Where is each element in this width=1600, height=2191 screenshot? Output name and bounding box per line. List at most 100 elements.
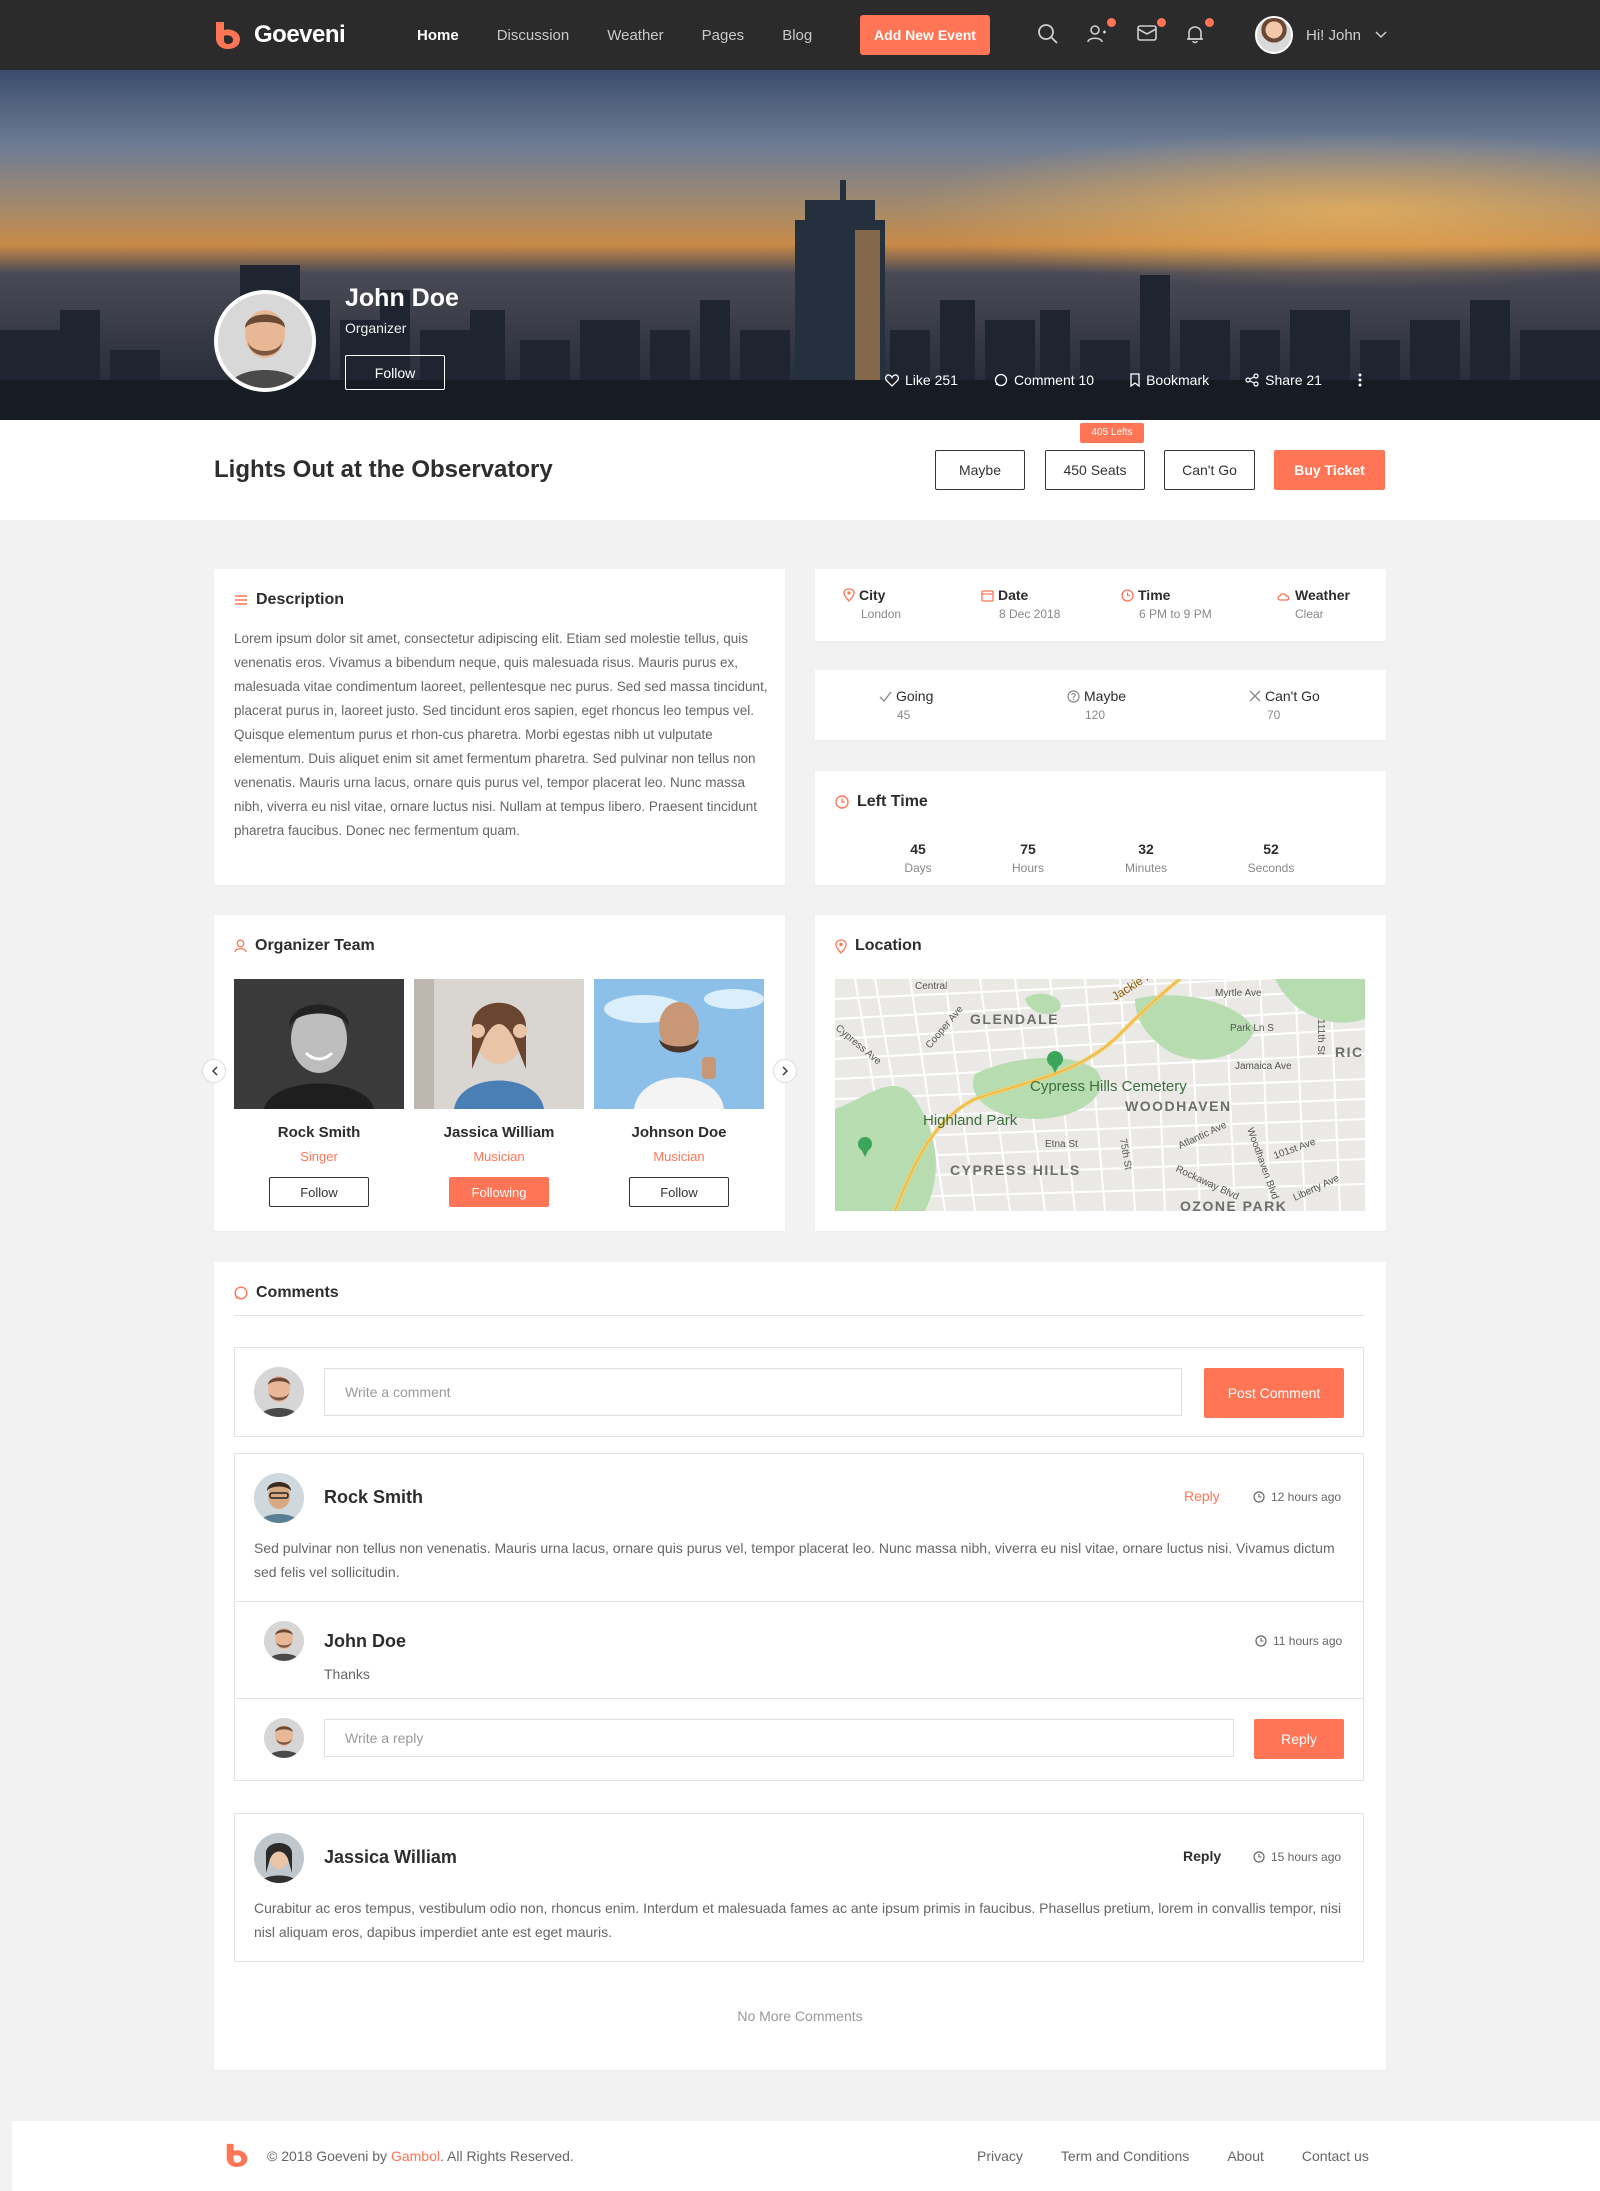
reply-time: 11 hours ago	[1273, 1634, 1343, 1648]
info-time-label: Time	[1138, 587, 1171, 603]
goeveni-logo-icon	[216, 22, 240, 49]
nav-blog[interactable]: Blog	[782, 27, 812, 44]
footer-about-link[interactable]: About	[1227, 2148, 1264, 2164]
info-city-value: London	[861, 607, 902, 621]
reply-input[interactable]	[324, 1719, 1234, 1757]
attendance-cant-go[interactable]: Can't Go 70	[1249, 688, 1320, 722]
buy-ticket-button[interactable]: Buy Ticket	[1274, 450, 1385, 490]
location-map[interactable]: GLENDALE WOODHAVEN CYPRESS HILLS OZONE P…	[835, 979, 1365, 1211]
footer-contact-link[interactable]: Contact us	[1302, 2148, 1369, 2164]
menu-lines-icon	[235, 595, 247, 605]
seats-button[interactable]: 450 Seats	[1045, 450, 1145, 490]
clock-icon	[1121, 588, 1134, 602]
footer-links: Privacy Term and Conditions About Contac…	[977, 2148, 1407, 2164]
goeveni-logo-icon[interactable]	[225, 2141, 249, 2169]
nav-pages[interactable]: Pages	[702, 27, 745, 44]
cant-go-label: Can't Go	[1265, 688, 1320, 704]
clock-icon	[1255, 1635, 1267, 1647]
commenter-name[interactable]: Jassica William	[324, 1847, 457, 1868]
team-prev-button[interactable]	[202, 1059, 226, 1083]
add-new-event-button[interactable]: Add New Event	[860, 15, 990, 55]
divider	[235, 1601, 1363, 1602]
member-photo[interactable]	[594, 979, 764, 1109]
countdown-seconds: 52 Seconds	[1231, 841, 1311, 875]
like-button[interactable]: Like 251	[885, 372, 958, 388]
share-icon	[1245, 373, 1259, 387]
comment-timestamp: 15 hours ago	[1253, 1850, 1341, 1864]
map-label-etna: Etna St	[1045, 1139, 1078, 1150]
footer: © 2018 Goeveni by Gambol. All Rights Res…	[12, 2121, 1600, 2191]
description-card: Description Lorem ipsum dolor sit amet, …	[214, 569, 785, 885]
nav-discussion[interactable]: Discussion	[497, 27, 570, 44]
footer-privacy-link[interactable]: Privacy	[977, 2148, 1023, 2164]
maybe-button[interactable]: Maybe	[935, 450, 1025, 490]
commenter-name[interactable]: Rock Smith	[324, 1487, 423, 1508]
reply-author-avatar[interactable]	[264, 1621, 304, 1661]
attendance-going[interactable]: Going 45	[879, 688, 933, 722]
nav-home[interactable]: Home	[417, 27, 459, 44]
attendance-maybe[interactable]: Maybe 120	[1067, 688, 1126, 722]
member-photo[interactable]	[414, 979, 584, 1109]
map-pin-icon	[843, 588, 855, 602]
map-label-woodhaven: WOODHAVEN	[1125, 1098, 1232, 1114]
like-count-label: Like 251	[905, 372, 958, 388]
reply-submit-button[interactable]: Reply	[1254, 1719, 1344, 1759]
gambol-link[interactable]: Gambol	[391, 2148, 440, 2164]
minutes-value: 32	[1138, 841, 1154, 857]
member-follow-button[interactable]: Follow	[269, 1177, 369, 1207]
commenter-avatar[interactable]	[254, 1833, 304, 1883]
bookmark-button[interactable]: Bookmark	[1130, 372, 1209, 388]
team-next-button[interactable]	[773, 1059, 797, 1083]
cant-go-button[interactable]: Can't Go	[1164, 450, 1255, 490]
info-city: City London	[843, 587, 901, 621]
comment-icon	[994, 373, 1008, 387]
location-heading: Location	[835, 937, 922, 955]
share-button[interactable]: Share 21	[1245, 372, 1322, 388]
member-role: Singer	[300, 1149, 338, 1164]
days-label: Days	[904, 861, 932, 875]
organizer-avatar[interactable]	[214, 290, 316, 392]
comment-time: 15 hours ago	[1271, 1850, 1342, 1864]
map-label-ric: RIC	[1335, 1044, 1364, 1060]
going-label: Going	[896, 688, 934, 704]
info-weather-label: Weather	[1295, 587, 1350, 603]
share-count-label: Share 21	[1265, 372, 1322, 388]
event-title: Lights Out at the Observatory	[214, 456, 553, 483]
bookmark-icon	[1130, 373, 1140, 387]
member-following-button[interactable]: Following	[449, 1177, 549, 1207]
comment-text: Curabitur ac eros tempus, vestibulum odi…	[254, 1900, 1342, 1940]
search-icon[interactable]	[1037, 23, 1061, 47]
mail-icon[interactable]	[1136, 18, 1166, 47]
member-photo[interactable]	[234, 979, 404, 1109]
users-icon[interactable]	[1086, 18, 1116, 47]
reply-link[interactable]: Reply	[1184, 1488, 1220, 1504]
reply-author-name[interactable]: John Doe	[324, 1631, 406, 1652]
seconds-value: 52	[1263, 841, 1279, 857]
bell-icon[interactable]	[1184, 18, 1214, 47]
follow-organizer-button[interactable]: Follow	[345, 355, 445, 390]
info-date-label: Date	[998, 587, 1029, 603]
more-options-button[interactable]	[1358, 373, 1368, 387]
comments-heading: Comments	[234, 1284, 339, 1302]
countdown-days: 45 Days	[878, 841, 958, 875]
clock-icon	[835, 795, 849, 809]
description-text: Lorem ipsum dolor sit amet, consectetur …	[234, 631, 768, 838]
member-name: Jassica William	[443, 1124, 555, 1141]
info-city-label: City	[859, 587, 886, 603]
member-follow-button[interactable]: Follow	[629, 1177, 729, 1207]
footer-terms-link[interactable]: Term and Conditions	[1061, 2148, 1189, 2164]
comments-card: Comments Post Comment Rock Smith Reply 1…	[214, 1262, 1386, 2070]
logo[interactable]: Goeveni	[214, 20, 346, 50]
comment-button[interactable]: Comment 10	[994, 372, 1094, 388]
no-more-comments-text: No More Comments	[737, 2008, 863, 2024]
team-title: Organizer Team	[255, 937, 375, 954]
comment-input[interactable]	[324, 1368, 1182, 1416]
map-label-cemetery: Cypress Hills Cemetery	[1030, 1078, 1187, 1095]
nav-weather[interactable]: Weather	[607, 27, 663, 44]
heart-icon	[885, 373, 899, 387]
post-comment-button[interactable]: Post Comment	[1204, 1368, 1344, 1418]
commenter-avatar[interactable]	[254, 1473, 304, 1523]
reply-link[interactable]: Reply	[1183, 1848, 1221, 1864]
user-menu[interactable]: Hi! John	[1255, 16, 1387, 54]
hours-label: Hours	[1011, 861, 1044, 875]
